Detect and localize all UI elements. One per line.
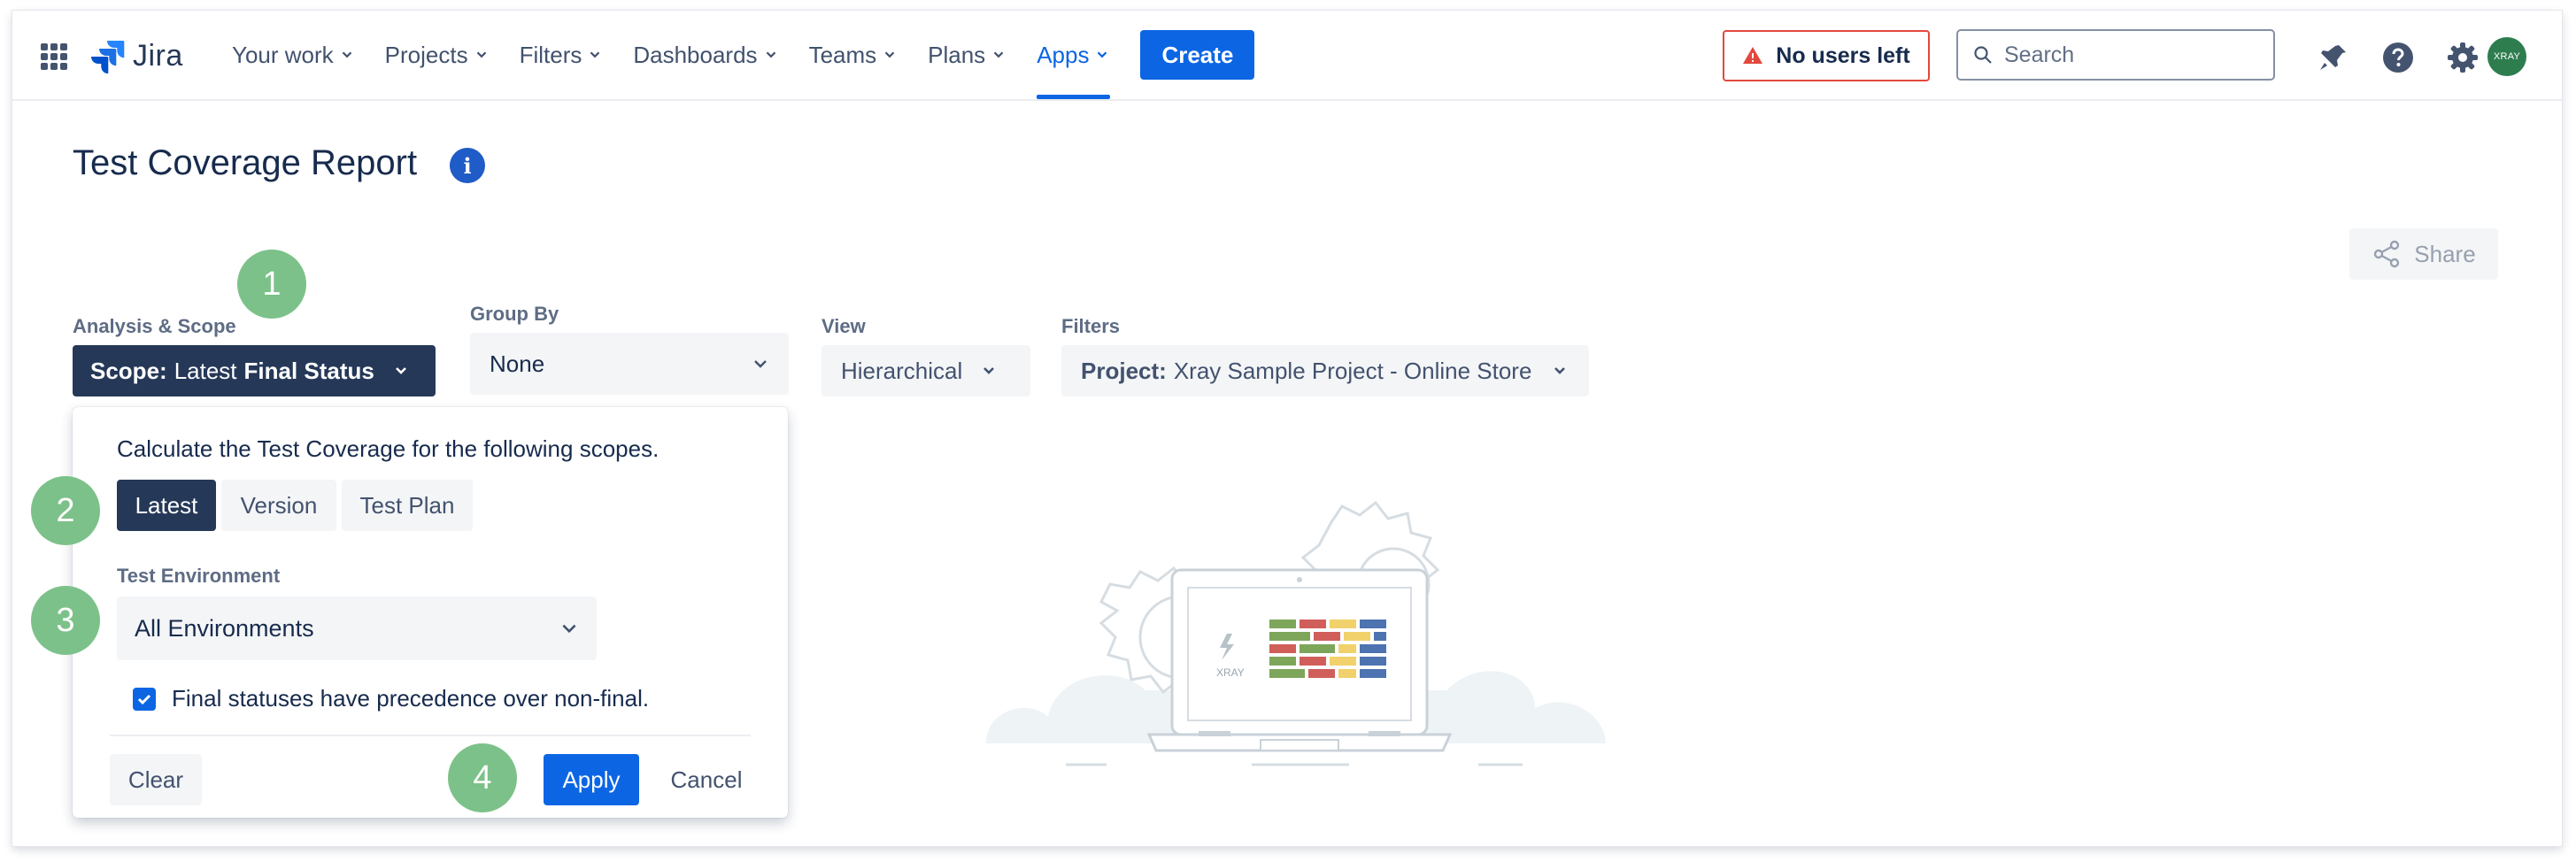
page-title: Test Coverage Report bbox=[73, 143, 418, 182]
search-input[interactable] bbox=[2004, 42, 2252, 68]
share-label: Share bbox=[2414, 240, 2476, 267]
nav-label: Filters bbox=[519, 41, 582, 68]
clear-button[interactable]: Clear bbox=[110, 754, 202, 805]
chevron-down-icon bbox=[476, 51, 486, 58]
nav-label: Apps bbox=[1037, 41, 1090, 68]
nav-label: Dashboards bbox=[633, 41, 758, 68]
view-value: Hierarchical bbox=[841, 357, 963, 384]
step-badge-1: 1 bbox=[237, 250, 306, 319]
group-by-value: None bbox=[490, 350, 545, 377]
search-box[interactable] bbox=[1956, 29, 2275, 81]
chevron-down-icon bbox=[754, 360, 767, 368]
notifications-icon[interactable] bbox=[2317, 41, 2350, 74]
step-badge-2: 2 bbox=[31, 476, 100, 545]
project-filter-dropdown[interactable]: Project: Xray Sample Project - Online St… bbox=[1061, 345, 1589, 396]
chevron-down-icon bbox=[342, 51, 351, 58]
jira-logo[interactable]: Jira bbox=[90, 35, 183, 76]
search-icon bbox=[1974, 46, 1992, 64]
final-status-label: Final statuses have precedence over non-… bbox=[172, 685, 650, 712]
nav-label: Plans bbox=[928, 41, 986, 68]
final-status-option: Final statuses have precedence over non-… bbox=[133, 685, 649, 712]
scope-latest-button[interactable]: Latest bbox=[117, 480, 216, 531]
info-icon[interactable]: i bbox=[450, 148, 485, 183]
jira-logo-icon bbox=[91, 41, 125, 73]
scope-version-button[interactable]: Version bbox=[221, 480, 336, 531]
nav-menu: Your work Projects Filters Dashboards Te… bbox=[232, 11, 1255, 99]
avatar[interactable]: XRAY bbox=[2487, 37, 2526, 76]
checkmark-icon bbox=[137, 694, 151, 704]
chevron-down-icon bbox=[983, 367, 995, 374]
step-badge-3: 3 bbox=[31, 586, 100, 655]
empty-state-illustration: XRAY bbox=[986, 500, 1606, 766]
nav-teams[interactable]: Teams bbox=[809, 11, 899, 99]
xray-brand-text: XRAY bbox=[1216, 666, 1245, 679]
test-environment-label: Test Environment bbox=[117, 565, 281, 587]
chevron-down-icon bbox=[766, 51, 775, 58]
chevron-down-icon bbox=[1554, 367, 1566, 374]
nav-label: Projects bbox=[384, 41, 468, 68]
apply-button[interactable]: Apply bbox=[544, 754, 639, 805]
test-environment-value: All Environments bbox=[135, 614, 314, 642]
divider bbox=[110, 735, 751, 736]
step-badge-4: 4 bbox=[448, 743, 517, 812]
cancel-button[interactable]: Cancel bbox=[657, 754, 756, 805]
final-status-checkbox[interactable] bbox=[133, 687, 156, 711]
no-users-left-label: No users left bbox=[1776, 42, 1910, 68]
app-switcher-icon[interactable] bbox=[41, 43, 67, 70]
chevron-down-icon bbox=[590, 51, 600, 58]
scope-value: Final Status bbox=[243, 357, 374, 384]
app-window: Jira Your work Projects Filters Dashboar… bbox=[12, 11, 2562, 846]
nav-apps[interactable]: Apps bbox=[1037, 11, 1111, 99]
nav-label: Your work bbox=[232, 41, 334, 68]
nav-filters[interactable]: Filters bbox=[520, 11, 604, 99]
nav-plans[interactable]: Plans bbox=[928, 11, 1006, 99]
share-button[interactable]: Share bbox=[2349, 228, 2498, 280]
help-icon[interactable] bbox=[2381, 41, 2415, 74]
chevron-down-icon bbox=[395, 367, 406, 374]
chevron-down-icon bbox=[1098, 51, 1107, 58]
group-by-dropdown[interactable]: None bbox=[470, 333, 789, 395]
filters-label: Filters bbox=[1061, 315, 1121, 337]
create-button[interactable]: Create bbox=[1140, 30, 1255, 80]
top-navigation: Jira Your work Projects Filters Dashboar… bbox=[12, 11, 2562, 101]
scope-popup: Calculate the Test Coverage for the foll… bbox=[73, 407, 788, 818]
nav-label: Teams bbox=[808, 41, 877, 68]
settings-icon[interactable] bbox=[2446, 41, 2480, 74]
filter-prefix: Project: bbox=[1081, 357, 1167, 384]
filter-value: Xray Sample Project - Online Store bbox=[1173, 357, 1532, 384]
chevron-down-icon bbox=[562, 624, 576, 634]
logo-text: Jira bbox=[133, 38, 183, 73]
scope-prefix: Scope: bbox=[90, 357, 167, 384]
scope-dropdown[interactable]: Scope: Latest Final Status bbox=[73, 345, 436, 396]
view-label: View bbox=[821, 315, 866, 337]
chevron-down-icon bbox=[993, 51, 1004, 58]
warning-icon bbox=[1743, 47, 1763, 64]
chevron-down-icon bbox=[884, 51, 895, 58]
scope-test-plan-button[interactable]: Test Plan bbox=[342, 480, 473, 531]
scope-mid: Latest bbox=[174, 357, 237, 384]
nav-projects[interactable]: Projects bbox=[385, 11, 490, 99]
group-by-label: Group By bbox=[470, 303, 559, 325]
no-users-left-button[interactable]: No users left bbox=[1723, 30, 1930, 81]
view-dropdown[interactable]: Hierarchical bbox=[821, 345, 1030, 396]
nav-your-work[interactable]: Your work bbox=[232, 11, 355, 99]
test-environment-dropdown[interactable]: All Environments bbox=[117, 596, 597, 660]
popup-description: Calculate the Test Coverage for the foll… bbox=[117, 435, 659, 462]
share-icon bbox=[2374, 240, 2400, 268]
analysis-scope-label: Analysis & Scope bbox=[73, 315, 236, 337]
nav-dashboards[interactable]: Dashboards bbox=[633, 11, 778, 99]
